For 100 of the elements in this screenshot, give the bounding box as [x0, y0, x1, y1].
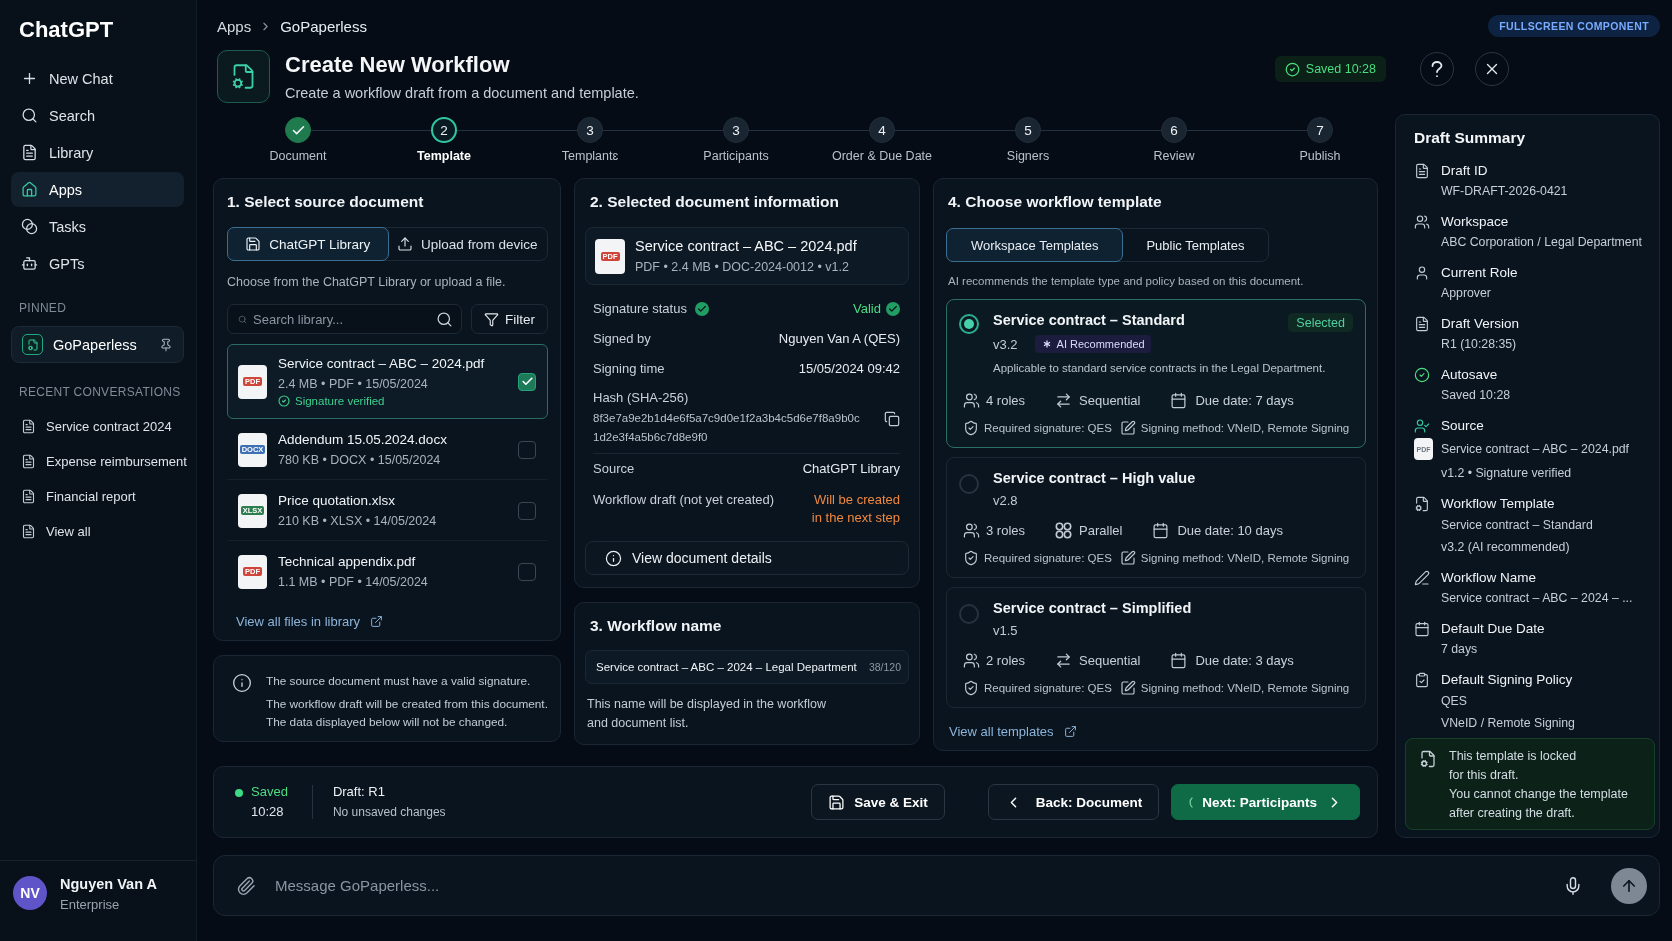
- template-meta: 4 roles: [986, 392, 1026, 408]
- external-link-icon: [1063, 725, 1077, 738]
- summary-value: R1 (10:28:35): [1441, 336, 1518, 353]
- radio-button[interactable]: [959, 474, 979, 494]
- check-circle-icon: [886, 302, 900, 316]
- file-checkbox[interactable]: [518, 501, 536, 520]
- users-icon: [963, 391, 980, 409]
- summary-value: Service contract – ABC – 2024.pdf: [1441, 441, 1630, 458]
- step-number: 7: [1307, 117, 1333, 143]
- summary-value: Saved 10:28: [1441, 387, 1512, 404]
- template-meta: Signing method: VNeID, Remote Signing: [1140, 422, 1350, 434]
- summary-value: QES: [1441, 693, 1468, 710]
- conversation-item[interactable]: Financial report: [11, 479, 184, 514]
- step-number: 4: [869, 117, 895, 143]
- hash-value: 8f3e7a9e2b1d4e6f5a7c9d0e1f2a3b4c5d6e7f8a9b0c1d2e3f4a5b6c7d8e9f0: [593, 411, 861, 445]
- step-number: 2: [431, 117, 457, 143]
- template-tab[interactable]: Workspace Templates: [946, 228, 1124, 262]
- search-icon[interactable]: [436, 310, 453, 328]
- notice-text: The workflow draft will be created from this document.: [266, 696, 548, 713]
- file-checkbox[interactable]: [518, 440, 536, 459]
- template-description: Applicable to standard service contracts in the Legal Department.: [993, 361, 1327, 376]
- section-title: 2. Selected document information: [589, 192, 840, 212]
- file-checkbox[interactable]: [518, 372, 536, 391]
- helper-text: This name will be displayed in the workflow and document list.: [586, 696, 827, 732]
- search-field[interactable]: Search library...: [227, 304, 462, 334]
- document-icon: [21, 454, 36, 469]
- microphone-icon[interactable]: [1563, 875, 1583, 896]
- info-value: ChatGPT Library: [802, 460, 900, 478]
- step-label: Templantɛ: [561, 149, 619, 164]
- check-circle-icon: [278, 395, 290, 407]
- helper-text: AI recommends the template type and policy based on this document.: [947, 274, 1305, 289]
- helper-text: Choose from the ChatGPT Library or upload a file.: [227, 274, 507, 290]
- conversation-item[interactable]: View all: [11, 514, 184, 549]
- upload-icon: [397, 236, 414, 252]
- pinned-app[interactable]: GoPaperless: [11, 326, 184, 363]
- paperclip-icon[interactable]: [236, 875, 256, 896]
- template-tab[interactable]: Public Templates: [1121, 228, 1270, 262]
- file-meta: 780 KB • DOCX • 15/05/2024: [278, 451, 442, 469]
- template-version: v1.5: [993, 622, 1018, 638]
- summary-label: Workflow Template: [1441, 495, 1556, 513]
- calendar-icon: [1170, 651, 1188, 669]
- save-status-text: Saved 10:28: [1305, 62, 1376, 76]
- template-card[interactable]: [946, 299, 1366, 448]
- page-subtitle: Create a workflow draft from a document and template.: [285, 84, 639, 102]
- save-exit-button[interactable]: Save & Exit: [811, 784, 945, 820]
- filter-button[interactable]: Filter: [471, 304, 548, 334]
- summary-value: Service contract – Standard: [1441, 517, 1594, 534]
- users-icon: [963, 651, 980, 669]
- calendar-icon: [1170, 391, 1188, 409]
- template-card[interactable]: Service contract – High value v2.8 3 roles Parallel Due date: 10 days Required signature: QES Signing method: VNeID, Remote Signing: [946, 457, 1366, 578]
- view-details-button[interactable]: View document details: [585, 541, 909, 575]
- file-name: Service contract – ABC – 2024.pdf: [635, 237, 857, 255]
- nav-item[interactable]: Library: [11, 135, 184, 170]
- next-button[interactable]: Next: Participants: [1171, 784, 1360, 820]
- view-all-files-link[interactable]: View all files in library: [236, 614, 384, 629]
- workflow-name-input[interactable]: Service contract – ABC – 2024 – Legal Department: [596, 651, 863, 683]
- file-checkbox[interactable]: [518, 562, 536, 581]
- breadcrumb-current: GoPaperless: [280, 17, 367, 35]
- search-icon: [238, 314, 247, 324]
- summary-label: Source: [1441, 417, 1485, 435]
- summary-label: Draft Version: [1441, 315, 1521, 333]
- nav-item[interactable]: New Chat: [11, 61, 184, 96]
- arrows-icon: [1055, 651, 1073, 669]
- pending-status: Will be created in the next step: [811, 491, 900, 527]
- back-button[interactable]: Back: Document: [987, 784, 1160, 820]
- draft-version: Draft: R1: [332, 783, 386, 801]
- file-meta: 2.4 MB • PDF • 15/05/2024: [278, 375, 429, 393]
- conversation-item[interactable]: Service contract 2024: [11, 409, 184, 444]
- plus-icon: [21, 70, 38, 87]
- view-all-templates-link[interactable]: View all templates: [949, 724, 1077, 739]
- section-heading: PINNED: [18, 301, 68, 315]
- info-label: Signed by: [593, 330, 651, 348]
- pin-icon[interactable]: [159, 337, 173, 352]
- source-tab[interactable]: ChatGPT Library: [227, 227, 389, 261]
- template-card[interactable]: Service contract – Simplified v1.5 2 roles Sequential Due date: 3 days Required signature: QES Signing method: VNeID, Remote Signing: [946, 587, 1366, 708]
- radio-button[interactable]: [959, 314, 979, 334]
- summary-value: v1.2 • Signature verified: [1441, 465, 1573, 482]
- workflow-name-field[interactable]: Service contract – ABC – 2024 – Legal Department 38/120: [585, 650, 909, 684]
- info-value: Valid: [853, 300, 881, 318]
- info-label: Workflow draft (not yet created): [593, 491, 775, 509]
- breadcrumb-link[interactable]: Apps: [217, 17, 252, 35]
- nav-item[interactable]: Search: [11, 98, 184, 133]
- save-time: 10:28: [251, 803, 285, 821]
- info-label: Source: [593, 460, 635, 478]
- app-logo: ChatGPT: [18, 16, 115, 44]
- file-meta: 210 KB • XLSX • 14/05/2024: [278, 512, 437, 530]
- copy-icon[interactable]: [884, 411, 900, 427]
- nav-item[interactable]: Tasks: [11, 209, 184, 244]
- step-number: 5: [1015, 117, 1041, 143]
- template-meta: Due date: 10 days: [1177, 522, 1283, 538]
- step-label: Publish: [1299, 149, 1341, 164]
- radio-button[interactable]: [959, 604, 979, 624]
- check-circle-icon: [1414, 367, 1430, 383]
- step-label: Review: [1153, 149, 1195, 164]
- nav-item[interactable]: GPTs: [11, 246, 184, 281]
- nav-item[interactable]: Apps: [11, 172, 184, 207]
- search-input[interactable]: Search library...: [253, 305, 430, 333]
- check-icon: [520, 375, 534, 388]
- source-tab[interactable]: Upload from device: [386, 227, 548, 261]
- send-button[interactable]: [1611, 867, 1647, 904]
